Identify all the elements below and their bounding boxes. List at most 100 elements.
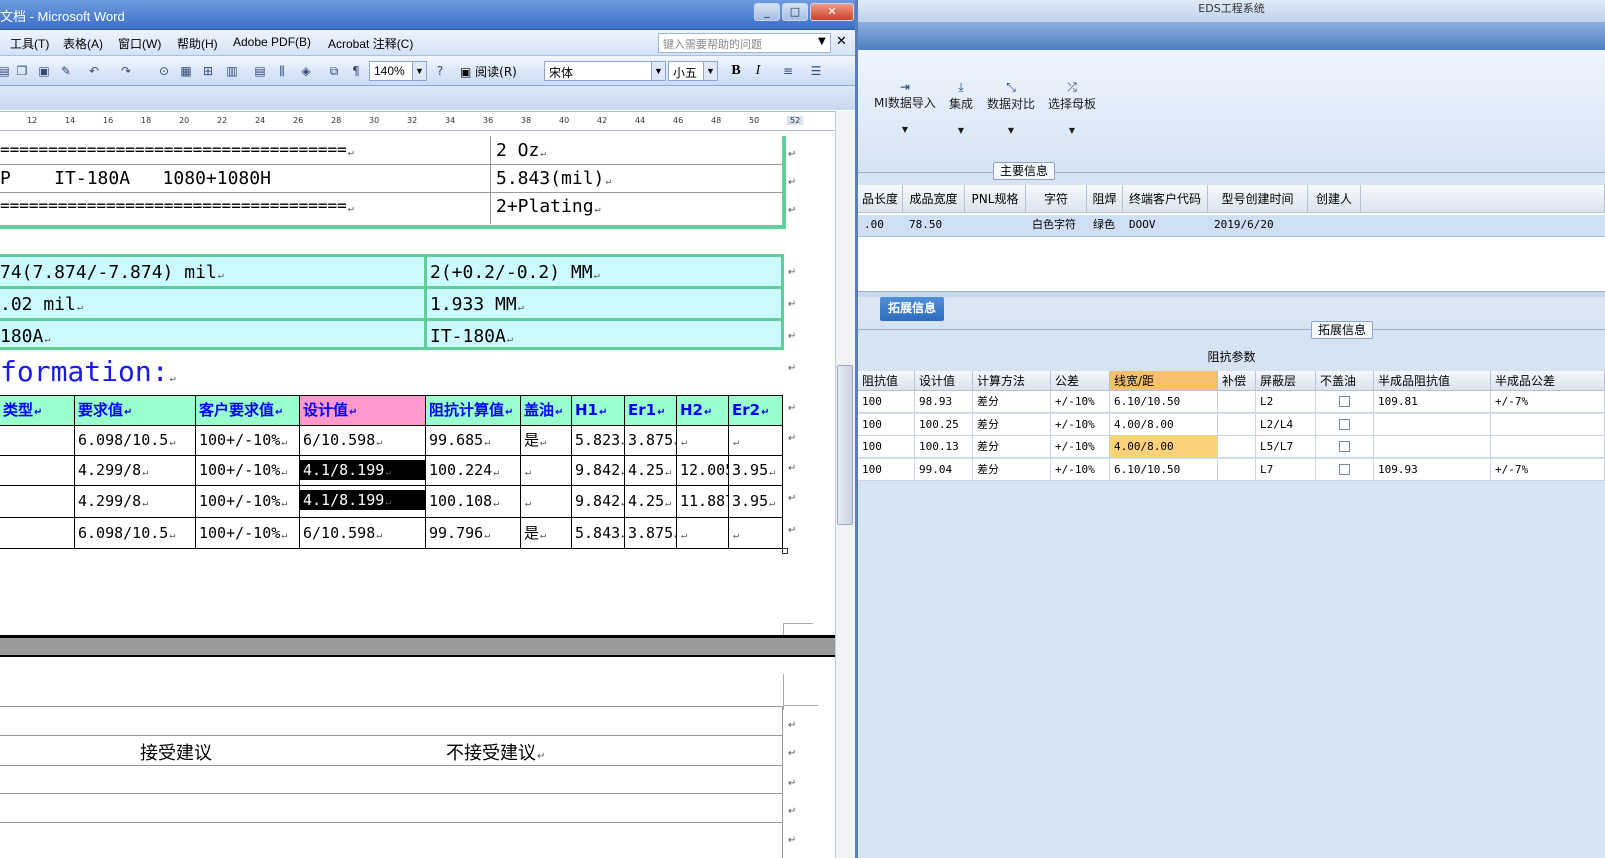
grid-cell[interactable]: 6.10/10.50 xyxy=(1110,458,1218,481)
menu-acrobat-comment[interactable]: Acrobat 注释(C) xyxy=(328,35,413,52)
grid-cell[interactable]: 100 xyxy=(858,436,915,458)
list-icon[interactable]: ☰ xyxy=(808,63,824,79)
table-resize-handle[interactable] xyxy=(782,548,788,554)
impedance-param-grid[interactable]: 阻抗参数 阻抗值 设计值 计算方法 公差 线宽/距 补偿 屏蔽层 不盖油 半成品阻抗值 半成品公差… xyxy=(858,345,1605,858)
column-header[interactable]: 终端客户代码 xyxy=(1123,185,1208,213)
grid-cell[interactable]: 绿色 xyxy=(1087,215,1123,235)
insert-table-icon[interactable]: ⊞ xyxy=(200,63,216,79)
column-header[interactable]: 半成品阻抗值 xyxy=(1374,371,1491,391)
grid-cell[interactable]: 100 xyxy=(858,391,915,413)
grid-cell[interactable] xyxy=(1374,413,1491,436)
grid-cell[interactable]: L2/L4 xyxy=(1256,413,1316,436)
undo-icon[interactable]: ↶ xyxy=(86,63,102,79)
grid-cell[interactable]: +/-10% xyxy=(1051,413,1110,436)
accept-suggestion-label[interactable]: 接受建议 xyxy=(140,739,212,765)
grid-cell[interactable]: 78.50 xyxy=(903,215,965,235)
view-icon[interactable]: ⧉ xyxy=(326,63,342,79)
grid-cell[interactable] xyxy=(1218,391,1256,413)
grid-cell[interactable]: 差分 xyxy=(973,458,1051,481)
compare-button[interactable]: ⤡ 数据对比 ▼ xyxy=(987,80,1035,135)
no-cover-oil-checkbox[interactable] xyxy=(1339,396,1350,407)
main-info-grid[interactable]: 品长度 成品宽度 PNL规格 字符 阻焊 终端客户代码 型号创建时间 创建人 .00 78.50 白… xyxy=(858,185,1605,291)
menu-help[interactable]: 帮助(H) xyxy=(177,35,218,52)
column-header[interactable]: 阻抗值 xyxy=(858,371,915,391)
grid-cell[interactable]: 100.25 xyxy=(915,413,973,436)
tables-icon[interactable]: ▦ xyxy=(178,63,194,79)
ruler[interactable]: 12 14 16 18 20 22 24 26 28 30 32 34 36 3… xyxy=(0,111,835,131)
column-header[interactable]: 设计值 xyxy=(915,371,973,391)
integrate-button[interactable]: ⤓ 集成 ▼ xyxy=(949,80,973,135)
column-header[interactable]: 阻焊 xyxy=(1087,185,1123,213)
grid-cell[interactable]: 差分 xyxy=(973,436,1051,458)
no-cover-oil-checkbox[interactable] xyxy=(1339,463,1350,475)
grid-cell[interactable] xyxy=(1218,458,1256,481)
column-header[interactable]: 半成品公差 xyxy=(1491,371,1605,391)
zoom-select[interactable]: 140% ▼ xyxy=(369,61,427,81)
column-header[interactable]: 品长度 xyxy=(858,185,903,213)
scrollbar-thumb[interactable] xyxy=(837,365,853,525)
menu-window[interactable]: 窗口(W) xyxy=(118,35,161,52)
column-header[interactable]: 不盖油 xyxy=(1316,371,1374,391)
font-select[interactable]: 宋体 ▼ xyxy=(544,61,666,81)
grid-cell[interactable] xyxy=(1308,215,1361,235)
grid-cell[interactable]: 100 xyxy=(858,458,915,481)
column-header[interactable]: 型号创建时间 xyxy=(1208,185,1308,213)
grid-cell[interactable]: 4.00/8.00 xyxy=(1110,413,1218,436)
grid-cell[interactable] xyxy=(1218,413,1256,436)
align-icon[interactable]: ≡ xyxy=(780,63,796,79)
grid-cell[interactable]: +/-10% xyxy=(1051,458,1110,481)
grid-cell[interactable]: 98.93 xyxy=(915,391,973,413)
grid-cell[interactable]: L2 xyxy=(1256,391,1316,413)
grid-cell[interactable]: 4.00/8.00 xyxy=(1110,436,1218,458)
grid-cell[interactable]: 100 xyxy=(858,413,915,436)
help-search-input[interactable]: 键入需要帮助的问题 xyxy=(658,33,831,53)
menu-table[interactable]: 表格(A) xyxy=(63,35,103,52)
grid-cell[interactable]: 2019/6/20 xyxy=(1208,215,1308,235)
grid-cell[interactable]: DOOV xyxy=(1123,215,1208,235)
column-header[interactable]: 线宽/距 xyxy=(1110,371,1218,391)
read-button[interactable]: ▣ 阅读(R) xyxy=(460,63,517,80)
menu-adobe-pdf[interactable]: Adobe PDF(B) xyxy=(233,35,311,49)
grid-cell[interactable]: 100.13 xyxy=(915,436,973,458)
grid-cell[interactable] xyxy=(965,215,1026,235)
grid-cell[interactable]: L5/L7 xyxy=(1256,436,1316,458)
menu-tools[interactable]: 工具(T) xyxy=(10,35,49,52)
help-icon[interactable]: ? xyxy=(432,63,448,79)
font-size-select[interactable]: 小五 ▼ xyxy=(668,61,718,81)
hyperlink-icon[interactable]: ⊙ xyxy=(156,63,172,79)
doc-map-icon[interactable]: ◈ xyxy=(298,63,314,79)
close-doc-icon[interactable]: ✕ xyxy=(836,34,847,49)
redo-icon[interactable]: ↷ xyxy=(118,63,134,79)
grid-cell[interactable]: .00 xyxy=(858,215,903,235)
grid-cell[interactable]: 差分 xyxy=(973,391,1051,413)
no-cover-oil-checkbox[interactable] xyxy=(1339,418,1350,430)
italic-button[interactable]: I xyxy=(750,63,766,79)
column-header[interactable]: 创建人 xyxy=(1308,185,1361,213)
grid-cell[interactable] xyxy=(1491,436,1605,458)
grid-cell[interactable]: 109.81 xyxy=(1374,391,1491,413)
grid-cell[interactable]: +/-7% xyxy=(1491,391,1605,413)
select-master-button[interactable]: ⤮ 选择母板 ▼ xyxy=(1048,80,1096,135)
excel-icon[interactable]: ▥ xyxy=(224,63,240,79)
column-header[interactable]: 补偿 xyxy=(1218,371,1256,391)
grid-cell[interactable]: 99.04 xyxy=(915,458,973,481)
grid-cell[interactable]: 6.10/10.50 xyxy=(1110,391,1218,413)
document-page[interactable]: ====================================↵ 2 … xyxy=(0,131,835,858)
grid-cell[interactable]: 差分 xyxy=(973,413,1051,436)
column-header[interactable]: 公差 xyxy=(1051,371,1110,391)
clipboard-icon[interactable]: ▣ xyxy=(36,63,52,79)
mi-import-button[interactable]: ⇥ MI数据导入 ▼ xyxy=(874,80,936,134)
paste-icon[interactable]: ▤ xyxy=(0,63,12,79)
grid-cell[interactable]: L7 xyxy=(1256,458,1316,481)
column-header[interactable]: 屏蔽层 xyxy=(1256,371,1316,391)
grid-cell[interactable]: 白色字符 xyxy=(1026,215,1087,235)
tab-extended-info[interactable]: 拓展信息 xyxy=(880,297,944,321)
grid-cell[interactable] xyxy=(1218,436,1256,458)
chevron-down-icon[interactable]: ▼ xyxy=(818,36,826,47)
grid-cell[interactable]: 109.93 xyxy=(1374,458,1491,481)
format-painter-icon[interactable]: ✎ xyxy=(58,63,74,79)
columns-icon[interactable]: ▤ xyxy=(252,63,268,79)
column-header[interactable]: 字符 xyxy=(1026,185,1087,213)
grid-cell[interactable] xyxy=(1374,436,1491,458)
grid-cell[interactable] xyxy=(1491,413,1605,436)
